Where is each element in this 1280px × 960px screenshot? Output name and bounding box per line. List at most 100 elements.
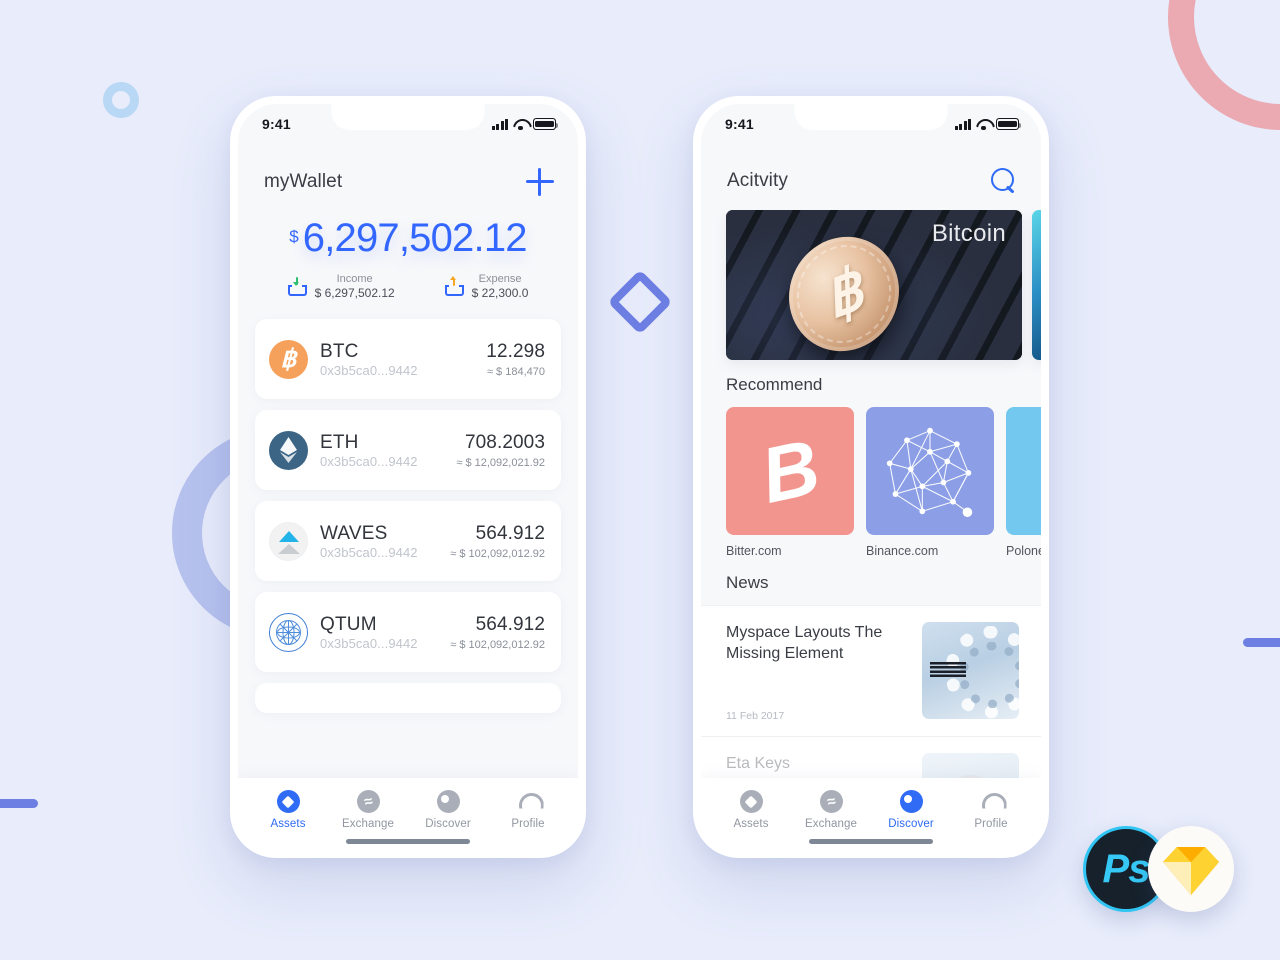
decorative-bar-right: [1243, 638, 1280, 647]
tab-exchange[interactable]: Exchange: [328, 790, 408, 830]
decorative-arc-pink: [1168, 0, 1280, 130]
battery-icon: [533, 118, 559, 130]
tab-profile[interactable]: Profile: [488, 790, 568, 830]
activity-card-next[interactable]: [1032, 210, 1041, 360]
signal-bars-icon: [491, 118, 508, 130]
tab-discover[interactable]: Discover: [871, 790, 951, 830]
decorative-ring-light-blue: [103, 82, 139, 118]
wifi-icon: [513, 119, 528, 131]
sketch-badge: [1148, 826, 1234, 912]
balance-amount: 6,297,502.12: [302, 216, 528, 260]
table-row[interactable]: QTUM 0x3b5ca0...9442 564.912 ≈ $ 102,092…: [255, 592, 561, 673]
plus-icon[interactable]: [526, 168, 554, 196]
tab-label: Exchange: [342, 818, 394, 830]
ethereum-coin-icon: [269, 430, 308, 470]
home-indicator[interactable]: [346, 839, 470, 844]
waves-coin-icon: [269, 521, 308, 561]
asset-symbol: ETH: [320, 431, 359, 453]
asset-usd: ≈ $ 184,470: [486, 365, 545, 378]
asset-amount: 12.298: [486, 341, 545, 363]
income-label: Income: [336, 273, 373, 285]
table-row[interactable]: ฿ BTC 0x3b5ca0...9442 12.298 ≈ $ 184,470: [255, 319, 561, 400]
list-item[interactable]: Binance.com: [866, 407, 994, 558]
tab-exchange[interactable]: Exchange: [791, 790, 871, 830]
table-row[interactable]: WAVES 0x3b5ca0...9442 564.912 ≈ $ 102,09…: [255, 501, 561, 582]
tab-bar: Assets Exchange Discover Profile: [701, 778, 1041, 850]
list-item[interactable]: Polone: [1006, 407, 1041, 558]
tab-bar: Assets Exchange Discover Profile: [238, 778, 578, 850]
activity-card[interactable]: ฿ Bitcoin: [726, 210, 1022, 360]
asset-symbol: QTUM: [320, 613, 377, 635]
phone-mockup-discover: 9:41 Acitvity ฿ Bitcoin Recommend B Bitt…: [693, 96, 1049, 858]
asset-amount: 708.2003: [464, 432, 545, 454]
tab-assets[interactable]: Assets: [711, 790, 791, 830]
discover-icon: [436, 790, 460, 813]
asset-amount: 564.912: [475, 614, 545, 636]
news-date: 11 Feb 2017: [726, 710, 785, 722]
tab-label: Exchange: [805, 818, 857, 830]
income-tray-down-arrow-icon: [287, 277, 307, 297]
expense-label: Expense: [478, 273, 522, 285]
income-expense-row: Income $ 6,297,502.12 Expense $ 22,300.0: [238, 272, 578, 301]
search-icon[interactable]: [991, 168, 1017, 194]
balance-currency: $: [289, 227, 299, 246]
asset-address: 0x3b5ca0...9442: [320, 363, 418, 379]
home-indicator[interactable]: [809, 839, 933, 844]
wallet-screen: 9:41 myWallet $ 6,297,502.12 Income $ 6,…: [238, 104, 578, 850]
tab-assets[interactable]: Assets: [248, 790, 328, 830]
status-bar: 9:41: [701, 104, 1041, 144]
tab-label: Profile: [511, 818, 545, 830]
decorative-diamond-outline: [607, 269, 673, 335]
balance-section: $ 6,297,502.12 Income $ 6,297,502.12 Exp…: [238, 212, 578, 305]
signal-bars-icon: [954, 118, 971, 130]
asset-amount: 564.912: [475, 523, 545, 545]
list-item[interactable]: B Bitter.com: [726, 407, 854, 558]
tab-profile[interactable]: Profile: [951, 790, 1031, 830]
asset-symbol: WAVES: [320, 522, 388, 544]
asset-address: 0x3b5ca0...9442: [320, 545, 418, 561]
activity-carousel[interactable]: ฿ Bitcoin: [701, 210, 1041, 360]
wifi-icon: [976, 119, 991, 131]
asset-symbol: BTC: [320, 340, 359, 362]
asset-usd: ≈ $ 12,092,021.92: [456, 456, 545, 469]
phone-mockup-wallet: 9:41 myWallet $ 6,297,502.12 Income $ 6,…: [230, 96, 586, 858]
page-title: myWallet: [264, 171, 343, 192]
list-item[interactable]: Eta Keys: [701, 736, 1041, 778]
recommend-section-title: Recommend: [726, 375, 823, 394]
network-graph-icon: [866, 407, 994, 535]
table-row[interactable]: ETH 0x3b5ca0...9442 708.2003 ≈ $ 12,092,…: [255, 410, 561, 491]
exchange-icon: [356, 790, 380, 813]
notch: [331, 104, 485, 130]
tab-discover[interactable]: Discover: [408, 790, 488, 830]
bitcoin-b-glyph-icon: B: [726, 407, 854, 535]
expense-tray-up-arrow-icon: [444, 276, 464, 297]
profile-icon: [517, 790, 540, 813]
recommend-name: Binance.com: [866, 544, 939, 558]
status-bar: 9:41: [238, 104, 578, 144]
tab-label: Profile: [974, 818, 1008, 830]
news-title: Myspace Layouts The Missing Element: [726, 624, 883, 663]
tab-label: Discover: [425, 818, 471, 830]
income-summary: Income $ 6,297,502.12: [287, 272, 395, 301]
asset-usd: ≈ $ 102,092,012.92: [450, 638, 545, 651]
tab-label: Assets: [270, 818, 306, 830]
sketch-diamond-icon: [1163, 843, 1219, 895]
battery-icon: [996, 118, 1022, 130]
asset-list[interactable]: ฿ BTC 0x3b5ca0...9442 12.298 ≈ $ 184,470: [238, 305, 578, 778]
list-item[interactable]: Myspace Layouts The Missing Element 11 F…: [701, 605, 1041, 736]
notch: [794, 104, 948, 130]
news-thumbnail: [922, 753, 1019, 778]
poloniex-icon: [1006, 407, 1041, 535]
news-section-title: News: [726, 573, 769, 592]
expense-summary: Expense $ 22,300.0: [444, 272, 528, 301]
assets-icon: [739, 790, 763, 813]
asset-address: 0x3b5ca0...9442: [320, 636, 418, 652]
status-time: 9:41: [725, 116, 754, 132]
photoshop-label: Ps: [1102, 846, 1151, 891]
assets-icon: [276, 790, 300, 813]
recommend-list[interactable]: B Bitter.com Binance.com Polon: [701, 407, 1041, 558]
exchange-icon: [819, 790, 843, 813]
recommend-name: Polone: [1006, 544, 1041, 558]
tab-label: Assets: [733, 818, 769, 830]
table-row-partial[interactable]: [255, 683, 561, 714]
